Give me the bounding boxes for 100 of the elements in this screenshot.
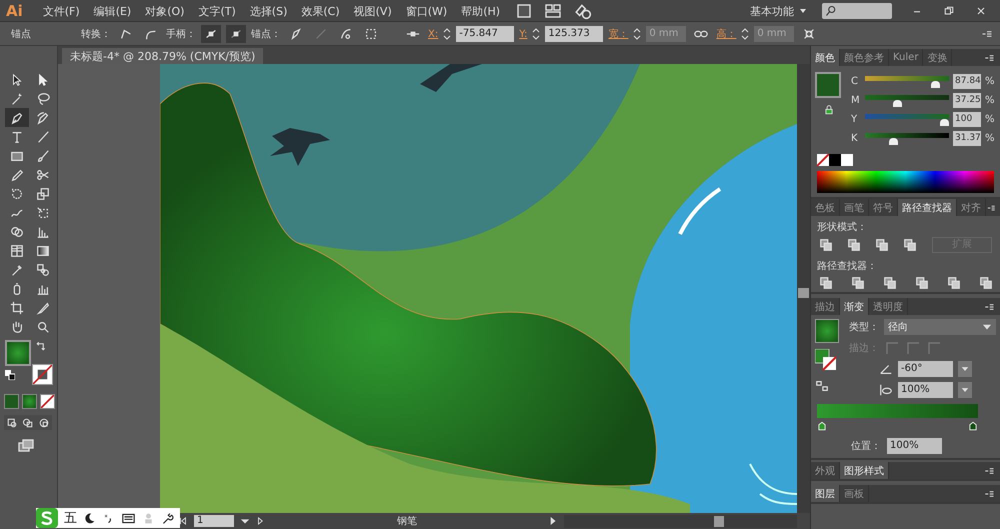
first-page-icon[interactable] — [178, 516, 188, 526]
horizontal-scrollbar[interactable] — [564, 514, 797, 528]
trim-icon — [851, 276, 865, 290]
spinner-icon[interactable] — [532, 27, 540, 41]
menu-item[interactable]: 选择(S) — [244, 2, 294, 20]
slider-thumb[interactable] — [931, 80, 940, 88]
current-tool-status[interactable]: 钢笔 — [272, 514, 542, 528]
color-spectrum[interactable] — [817, 171, 994, 193]
menu-item[interactable]: 帮助(H) — [455, 2, 506, 20]
panel-tab[interactable]: 透明度 — [869, 298, 908, 315]
color-stop-icon[interactable] — [817, 420, 827, 432]
panel-tab[interactable]: 画板 — [840, 485, 869, 502]
spinner-icon[interactable] — [741, 27, 750, 41]
moon-icon[interactable] — [83, 512, 96, 524]
panel-tab[interactable]: 图层 — [811, 485, 840, 502]
menu-item[interactable]: 对象(O) — [139, 2, 190, 20]
fill-swatch[interactable] — [5, 340, 31, 366]
color-mode-button[interactable] — [4, 394, 19, 409]
aspect-ratio-field[interactable]: 100% — [898, 382, 953, 398]
keyboard-icon[interactable] — [121, 512, 136, 524]
color-swatch[interactable] — [841, 154, 853, 166]
exclude-button[interactable] — [903, 238, 917, 252]
channel-value-field[interactable]: 37.25 — [953, 93, 981, 108]
draw-normal-button[interactable] — [4, 415, 20, 430]
location-field[interactable]: 100% — [887, 438, 942, 454]
menu-item[interactable]: 编辑(E) — [88, 2, 138, 20]
panel-tab[interactable]: 路径查找器 — [898, 199, 957, 216]
channel-label: Y — [851, 114, 858, 125]
panel-tab[interactable]: 对齐 — [957, 199, 986, 216]
x-field[interactable]: -75.847 — [456, 26, 514, 42]
color-stop-icon[interactable] — [968, 420, 978, 432]
tool-button[interactable] — [5, 108, 29, 127]
none-color-swatch[interactable] — [817, 154, 829, 166]
minus-back-button[interactable] — [979, 276, 993, 290]
slider-thumb[interactable] — [940, 118, 949, 126]
channel-value-field[interactable]: 87.84 — [953, 74, 981, 89]
angle-dropdown[interactable] — [958, 361, 972, 377]
panel-tab[interactable]: 图形样式 — [840, 462, 889, 479]
panel-tab[interactable]: 颜色 — [811, 49, 840, 66]
none-mode-button[interactable] — [40, 394, 55, 409]
panel-tab[interactable]: 变换 — [923, 49, 952, 66]
status-menu-arrow-icon[interactable] — [548, 516, 558, 526]
panel-tab[interactable]: 画笔 — [840, 199, 869, 216]
ime-logo-icon[interactable] — [36, 508, 58, 528]
crop-button[interactable] — [915, 276, 929, 290]
spinner-icon[interactable] — [443, 27, 452, 41]
panel-tab[interactable]: 颜色参考 — [840, 49, 889, 66]
unite-button[interactable] — [819, 238, 833, 252]
trim-button[interactable] — [851, 276, 865, 290]
search-field[interactable] — [822, 3, 892, 19]
y-field[interactable]: 125.373 — [545, 26, 604, 42]
fill-stroke-icon[interactable] — [815, 349, 837, 371]
scissors-icon — [36, 168, 50, 182]
gradient-type-dropdown[interactable]: 径向 — [884, 319, 996, 335]
options-menu-icon[interactable] — [980, 28, 994, 40]
screen-mode-button[interactable] — [16, 438, 36, 454]
unit-label: % — [985, 133, 995, 144]
stroke-none-swatch[interactable] — [32, 364, 53, 385]
draw-inside-button[interactable] — [36, 415, 52, 430]
fill-color-swatch[interactable] — [815, 72, 841, 98]
merge-button[interactable] — [883, 276, 897, 290]
gradient-preview-swatch[interactable] — [815, 319, 839, 343]
slider-thumb[interactable] — [893, 100, 902, 106]
workspace-switcher[interactable]: 基本功能 — [750, 4, 806, 18]
divide-button[interactable] — [819, 276, 833, 290]
show-handles-button[interactable] — [201, 25, 221, 43]
hide-handles-button[interactable] — [226, 25, 246, 43]
convert-label: 转换： — [81, 28, 111, 41]
slider-thumb[interactable] — [888, 138, 898, 144]
document-tab[interactable]: 未标题-4* @ 208.79% (CMYK/预览) — [62, 48, 264, 64]
caret-icon — [982, 322, 992, 332]
channel-value-field[interactable]: 100 — [953, 112, 981, 127]
menu-item[interactable]: 文件(F) — [36, 2, 86, 20]
default-colors-icon[interactable] — [5, 370, 15, 380]
channel-value-field[interactable]: 31.37 — [953, 131, 981, 146]
spinner-icon[interactable] — [633, 27, 642, 41]
panel-tab[interactable]: 渐变 — [840, 298, 869, 315]
vertical-scrollbar[interactable] — [797, 64, 810, 513]
menu-item[interactable]: 窗口(W) — [400, 2, 454, 20]
color-swatch[interactable] — [829, 154, 841, 166]
panel-tab[interactable]: 色板 — [811, 199, 840, 216]
show-handles-icon — [204, 27, 218, 41]
outline-button[interactable] — [947, 276, 961, 290]
paintbrush-icon — [36, 148, 50, 162]
swap-arrows-icon[interactable] — [35, 340, 47, 352]
minus-front-button[interactable] — [847, 238, 861, 252]
input-mode-label[interactable]: 五 — [64, 509, 77, 527]
panel-tab[interactable]: Kuler — [889, 49, 924, 66]
aspect-dropdown[interactable] — [958, 382, 972, 398]
outline-icon — [947, 276, 961, 290]
page-field[interactable]: 1 — [194, 515, 234, 527]
menu-item[interactable]: 文字(T) — [192, 2, 242, 20]
intersect-button[interactable] — [875, 238, 889, 252]
menu-item[interactable]: 效果(C) — [295, 2, 346, 20]
menu-item[interactable]: 视图(V) — [348, 2, 398, 20]
eyedropper-icon — [10, 262, 24, 276]
intersect-icon — [875, 238, 889, 252]
caret-icon — [961, 365, 969, 373]
width-label: 宽： — [608, 28, 628, 41]
angle-field[interactable]: -60° — [898, 361, 953, 377]
